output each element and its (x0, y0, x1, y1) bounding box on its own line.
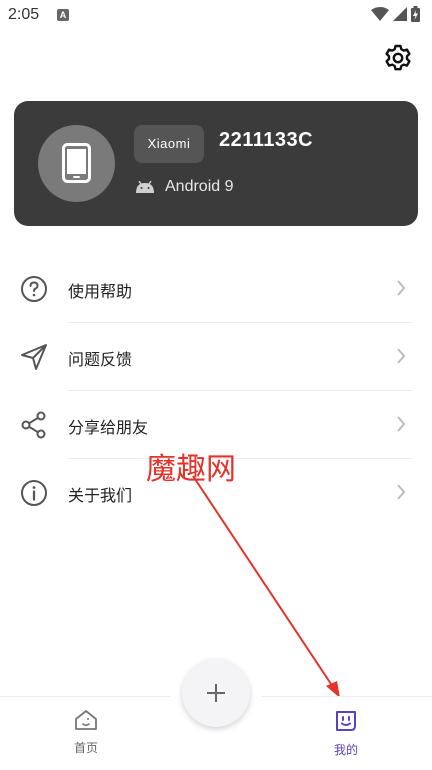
wifi-icon (371, 7, 389, 21)
nav-home[interactable]: 首页 (58, 709, 114, 759)
os-version: Android 9 (165, 178, 234, 195)
device-model: 2211133C (219, 129, 314, 151)
chevron-right-icon (397, 484, 406, 500)
android-icon (136, 181, 154, 193)
plus-icon (207, 684, 225, 702)
share-icon (21, 411, 46, 439)
menu-item-label: 问题反馈 (68, 350, 133, 369)
os-row: Android 9 (135, 178, 234, 196)
home-icon (75, 710, 97, 730)
settings-button[interactable] (382, 42, 414, 74)
chevron-right-icon (397, 348, 406, 364)
menu-item-label: 分享给朋友 (68, 418, 149, 437)
menu-item-feedback[interactable]: 问题反馈 (0, 323, 432, 391)
menu-item-label: 使用帮助 (68, 282, 133, 301)
menu-item-label: 关于我们 (68, 486, 133, 505)
device-card: Xiaomi 2211133C Android 9 (14, 101, 418, 226)
chevron-right-icon (397, 280, 406, 296)
phone-icon (62, 143, 91, 183)
info-icon (21, 480, 47, 506)
profile-face-icon (336, 711, 356, 731)
device-avatar (38, 125, 115, 202)
brand-badge: Xiaomi (134, 125, 204, 163)
signal-icon (393, 7, 407, 21)
chevron-right-icon (397, 416, 406, 432)
send-icon (21, 344, 47, 370)
notification-a-icon: A (57, 9, 69, 21)
nav-home-label: 首页 (73, 741, 98, 755)
help-circle-icon (21, 276, 47, 302)
nav-mine-label: 我的 (333, 743, 358, 757)
menu-item-help[interactable]: 使用帮助 (0, 255, 432, 323)
nav-mine[interactable]: 我的 (318, 709, 374, 759)
watermark: 魔趣网 (146, 452, 236, 487)
battery-icon (411, 6, 420, 22)
status-icons (371, 6, 420, 22)
gear-icon (385, 44, 411, 71)
status-bar: 2:05 A (0, 0, 432, 32)
add-button[interactable] (182, 659, 250, 727)
status-time: 2:05 (8, 6, 40, 23)
